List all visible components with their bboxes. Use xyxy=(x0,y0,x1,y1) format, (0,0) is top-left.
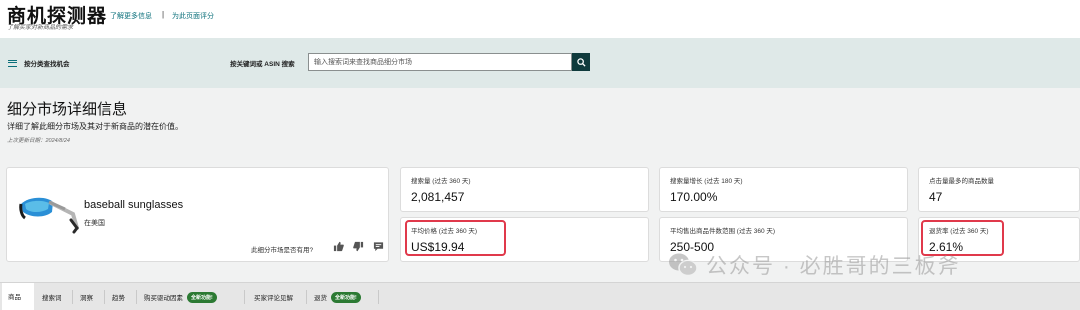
tab-separator xyxy=(244,290,245,304)
wechat-icon xyxy=(669,253,698,277)
learn-more-link[interactable]: 了解更多信息 xyxy=(110,11,152,21)
metric-label: 搜索量 (过去 360 天) xyxy=(411,178,471,185)
metric-value: 47 xyxy=(929,190,943,204)
tab-label: 商品 xyxy=(8,294,21,301)
tab-returns[interactable]: 退货 全新功能! xyxy=(308,283,367,310)
last-updated: 上次更新日期：2024/8/24 xyxy=(7,138,70,144)
search-icon xyxy=(576,57,586,67)
tab-insights[interactable]: 洞察 xyxy=(74,283,99,310)
thumbs-down-icon[interactable] xyxy=(353,241,364,252)
tab-separator xyxy=(72,290,73,304)
tab-separator xyxy=(306,290,307,304)
tab-trends[interactable]: 趋势 xyxy=(106,283,131,310)
metric-label: 平均售出商品件数范围 (过去 360 天) xyxy=(670,228,776,235)
watermark-text: 公众号 · 必胜哥的三板斧 xyxy=(706,255,961,278)
tab-review-insights[interactable]: 买家评论见解 xyxy=(248,283,299,310)
page-title: 细分市场详细信息 xyxy=(7,101,128,118)
tab-separator xyxy=(104,290,105,304)
header-separator: | xyxy=(162,10,165,19)
avg-price-highlight xyxy=(405,220,506,256)
feedback-question: 此细分市场是否有用? xyxy=(251,247,314,254)
metric-value: 170.00% xyxy=(670,190,718,204)
rate-page-link[interactable]: 为此页面评分 xyxy=(172,11,214,21)
thumbs-up-icon[interactable] xyxy=(333,241,344,252)
tab-separator xyxy=(136,290,137,304)
new-feature-badge: 全新功能! xyxy=(187,291,217,303)
comment-icon[interactable] xyxy=(373,241,384,252)
product-region: 在美国 xyxy=(84,220,105,227)
app-subtitle: 了解买家对新商品的需求 xyxy=(7,25,74,31)
metric-label: 搜索量增长 (过去 180 天) xyxy=(670,178,743,185)
category-search-button[interactable]: 按分类查找机会 xyxy=(0,38,207,88)
metric-top-clicked: 点击量最多的商品数量 47 xyxy=(918,167,1080,212)
tab-separator xyxy=(378,290,379,304)
tab-label: 退货 xyxy=(314,295,327,302)
tab-bar: 商品 搜索词 洞察 趋势 购买驱动因素 全新功能! 买家评论见解 退货 全新功能… xyxy=(0,282,1080,310)
tab-products[interactable]: 商品 xyxy=(2,283,34,310)
sunglasses-image xyxy=(19,197,79,234)
tab-label: 搜索词 xyxy=(42,295,62,302)
new-feature-badge: 全新功能! xyxy=(331,291,361,303)
tab-label: 洞察 xyxy=(80,295,93,302)
search-bar: 按分类查找机会 按关键词或 ASIN 搜索 xyxy=(0,38,1080,88)
product-card: baseball sunglasses 在美国 此细分市场是否有用? xyxy=(6,167,389,262)
keyword-search-label: 按关键词或 ASIN 搜索 xyxy=(230,61,295,68)
app-header: 商机探测器 了解买家对新商品的需求 了解更多信息 | 为此页面评分 xyxy=(0,0,1080,38)
metric-search-volume: 搜索量 (过去 360 天) 2,081,457 xyxy=(400,167,649,212)
product-name: baseball sunglasses xyxy=(84,199,184,211)
tab-label: 买家评论见解 xyxy=(254,295,293,302)
page-description: 详细了解此细分市场及其对于新商品的潜在价值。 xyxy=(7,122,183,131)
menu-icon xyxy=(8,59,17,67)
metric-value: 2,081,457 xyxy=(411,190,465,204)
watermark: 公众号 · 必胜哥的三板斧 xyxy=(668,250,961,280)
tab-purchase-drivers[interactable]: 购买驱动因素 全新功能! xyxy=(138,283,223,310)
tab-search-terms[interactable]: 搜索词 xyxy=(36,283,68,310)
metric-search-growth: 搜索量增长 (过去 180 天) 170.00% xyxy=(659,167,908,212)
metric-label: 点击量最多的商品数量 xyxy=(929,178,994,185)
category-search-label: 按分类查找机会 xyxy=(24,61,70,68)
search-input[interactable] xyxy=(308,53,572,71)
tab-label: 趋势 xyxy=(112,295,125,302)
tab-label: 购买驱动因素 xyxy=(144,295,183,302)
search-button[interactable] xyxy=(572,53,590,71)
